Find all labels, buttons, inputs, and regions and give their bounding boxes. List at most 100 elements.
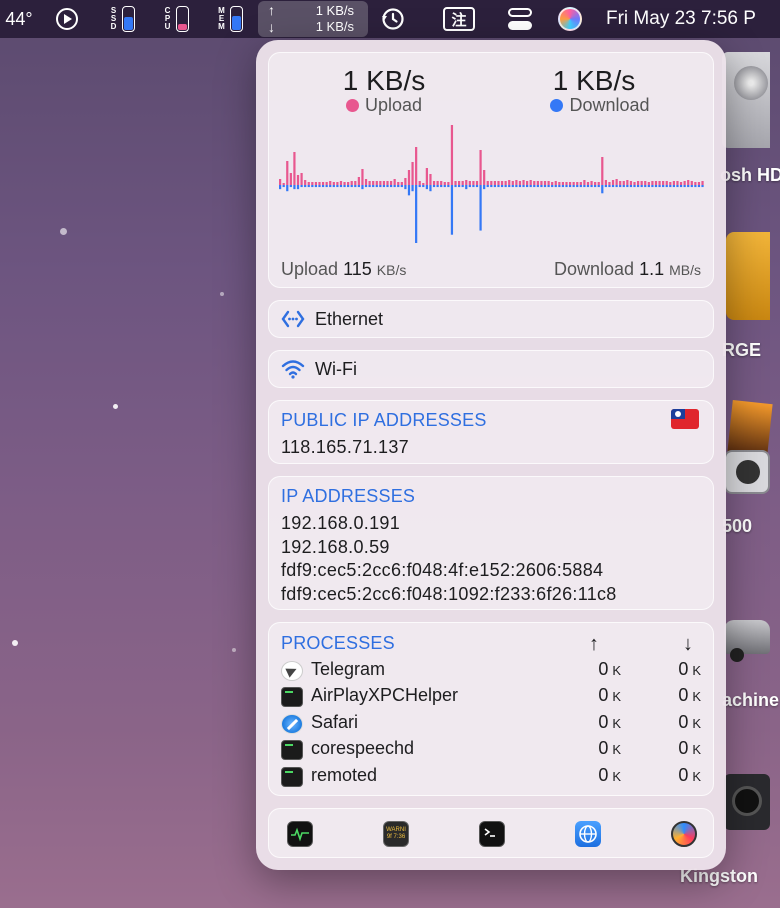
upload-bar (304, 180, 307, 185)
upload-bar (522, 180, 525, 185)
download-bar (594, 185, 597, 188)
download-bar (565, 185, 568, 188)
upload-bar (647, 182, 650, 185)
download-bar (454, 185, 457, 188)
process-row-telegram[interactable]: Telegram 0K 0K (281, 659, 701, 685)
peak-upload: Upload 115 KB/s (281, 259, 406, 280)
cpu-meter[interactable]: C P U (158, 0, 194, 38)
process-upload: 0K (581, 765, 621, 786)
process-download-value: 0 (678, 765, 689, 785)
download-bar (619, 185, 622, 188)
time-machine-car-icon[interactable] (724, 590, 770, 674)
ip-address-item[interactable]: 192.168.0.191 (281, 513, 400, 534)
ip-address-item[interactable]: 192.168.0.59 (281, 537, 390, 558)
activity-monitor-icon[interactable] (287, 821, 313, 847)
download-bar (368, 185, 371, 188)
download-bar (647, 185, 650, 188)
photo-app-icon[interactable] (724, 400, 773, 498)
process-row-airplayxpchelper[interactable]: AirPlayXPCHelper 0K 0K (281, 685, 701, 711)
upload-bar (554, 181, 557, 185)
siri-icon[interactable] (556, 0, 584, 38)
terminal-icon (281, 767, 303, 787)
ethernet-row[interactable]: Ethernet (268, 300, 714, 338)
hard-drive-icon[interactable] (722, 52, 770, 148)
upload-legend-label: Upload (364, 95, 423, 115)
upload-bar (594, 182, 597, 185)
ip-address-item[interactable]: fdf9:cec5:2cc6:f048:1092:f233:6f26:11c8 (281, 584, 617, 605)
download-bar (364, 185, 368, 188)
upload-bar (604, 180, 607, 185)
ip-address-item[interactable]: fdf9:cec5:2cc6:f048:4f:e152:2606:5884 (281, 560, 603, 581)
upload-bar (415, 147, 418, 185)
upload-bar (411, 162, 414, 185)
download-bar (522, 185, 525, 188)
control-center-icon[interactable] (506, 0, 534, 38)
background-star (60, 228, 67, 235)
cpu-bar (175, 6, 189, 32)
terminal-icon[interactable] (479, 821, 505, 847)
upload-bar (472, 181, 475, 185)
background-star (12, 640, 18, 646)
temperature-readout[interactable]: 44° (0, 0, 38, 38)
download-bar (500, 185, 504, 188)
download-bar (304, 185, 307, 188)
ip-addresses-card: IP ADDRESSES 192.168.0.191 192.168.0.59 … (268, 476, 714, 610)
time-machine-icon[interactable] (378, 0, 408, 38)
upload-bar (626, 180, 629, 185)
download-bar (590, 185, 593, 188)
download-bar (608, 185, 611, 188)
upload-bar (687, 180, 690, 185)
download-bar (551, 185, 554, 188)
network-menu-extra[interactable]: ↑ ↓ 1 KB/s 1 KB/s (258, 1, 368, 37)
download-bar (526, 185, 529, 188)
upload-bar (511, 181, 514, 185)
process-download: 0K (661, 685, 701, 706)
process-download-unit: K (692, 769, 701, 784)
upload-bar (454, 181, 457, 185)
upload-bar (629, 181, 633, 185)
process-name: Safari (311, 712, 359, 732)
upload-bar (389, 181, 393, 185)
upload-bar (547, 181, 550, 185)
download-bar (626, 185, 629, 188)
upload-bar (619, 181, 622, 185)
upload-bar (568, 182, 572, 185)
download-bar (640, 185, 643, 188)
menubar-clock[interactable]: Fri May 23 7:56 P (606, 0, 780, 38)
process-row-corespeechd[interactable]: corespeechd 0K 0K (281, 738, 701, 764)
download-dot-icon (550, 99, 564, 112)
current-upload-rate: 1 KB/s (342, 65, 426, 96)
public-ip-address[interactable]: 118.165.71.137 (281, 437, 409, 458)
upload-bar (479, 150, 482, 185)
upload-bar (540, 181, 543, 185)
process-row-safari[interactable]: Safari 0K 0K (281, 712, 701, 738)
download-bar (543, 185, 547, 188)
network-utility-icon[interactable] (671, 821, 697, 847)
upload-bar (665, 181, 668, 185)
download-bar (561, 185, 565, 188)
background-star (220, 292, 224, 296)
upload-bar (579, 182, 582, 185)
download-bar (472, 185, 475, 188)
input-method-icon[interactable]: 注 (440, 0, 478, 38)
wifi-label: Wi-Fi (315, 358, 357, 379)
download-bar (332, 185, 335, 188)
upload-bar (386, 181, 389, 185)
upload-bar (393, 179, 396, 185)
memory-meter[interactable]: M E M (212, 0, 248, 38)
download-bar (339, 185, 343, 188)
wifi-row[interactable]: Wi-Fi (268, 350, 714, 388)
upload-bar (565, 182, 568, 185)
upload-bar (443, 182, 446, 185)
download-bar (504, 185, 507, 188)
ssd-meter[interactable]: S S D (104, 0, 140, 38)
process-row-remoted[interactable]: remoted 0K 0K (281, 765, 701, 791)
camera-icon[interactable] (724, 774, 770, 830)
upload-bar (697, 182, 701, 185)
console-icon[interactable]: WARNI 9f 7:36 (383, 821, 409, 847)
download-bar (382, 185, 386, 188)
external-drive-icon[interactable] (726, 232, 770, 320)
play-icon[interactable] (54, 0, 80, 38)
network-globe-icon[interactable] (575, 821, 601, 847)
download-bar (490, 185, 493, 188)
